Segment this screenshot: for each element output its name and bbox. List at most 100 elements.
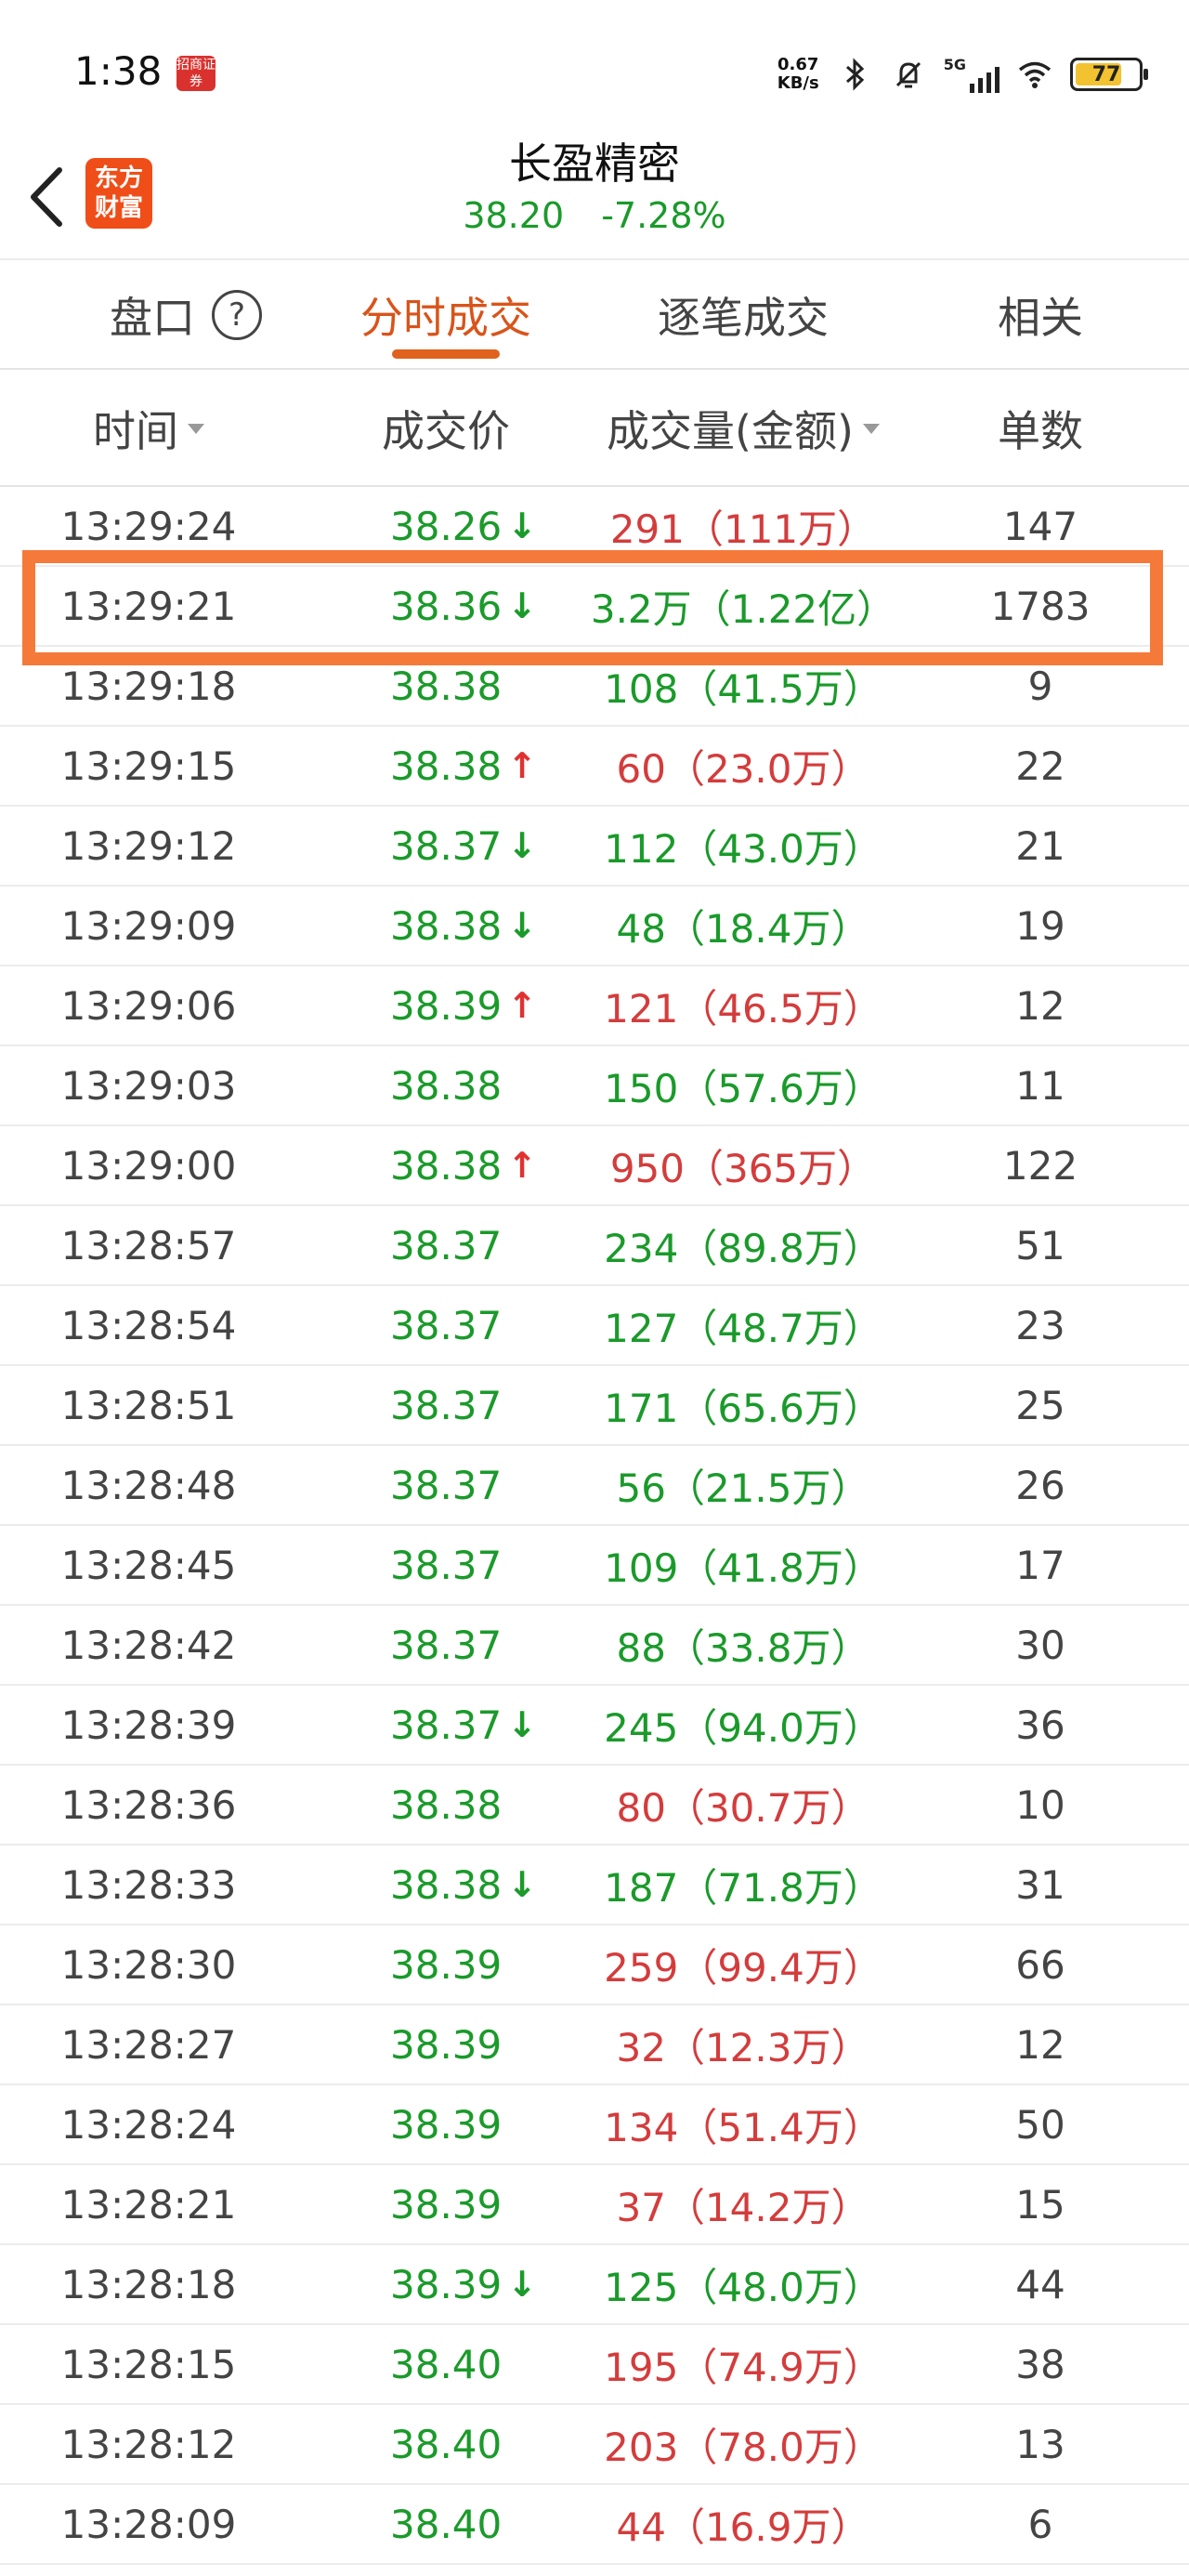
trade-time: 13:28:27 [60,2021,237,2068]
arrow-down-icon: ↓ [507,1864,538,1905]
column-time-sort[interactable]: 时间 [56,372,242,485]
trade-count: 21 [1015,822,1065,869]
trade-time: 13:28:12 [60,2421,237,2467]
arrow-down-icon: ↓ [507,825,538,866]
trade-count: 38 [1015,2341,1065,2387]
trade-price: 38.39 ↑ [390,982,538,1029]
column-count: 单数 [998,406,1083,456]
trade-price: 38.40 [390,2421,503,2467]
table-row: 13:28:33 38.38 ↓ 187（71.8万） 31 [0,1846,1189,1925]
trade-price: 38.37 ↓ [390,822,538,869]
trade-time: 13:28:36 [60,1781,237,1828]
trade-price: 38.37 [390,1302,503,1348]
trade-volume: 109（41.8万） [604,1544,882,1591]
trade-price: 38.38 ↓ [390,1861,538,1908]
arrow-up-icon: ↑ [507,745,538,786]
trade-count: 13 [1015,2421,1065,2467]
tab-order-book[interactable]: 盘口 ? [74,260,297,370]
trade-volume: 44（16.9万） [616,2504,870,2550]
trade-price: 38.37 [390,1222,503,1268]
trade-time: 13:28:24 [60,2101,237,2148]
trade-volume: 187（71.8万） [604,1864,882,1911]
trade-time: 13:28:30 [60,1941,237,1988]
trade-count: 50 [1015,2101,1065,2148]
sort-caret-icon [188,423,204,434]
arrow-down-icon: ↓ [507,905,538,946]
table-row: 13:28:30 38.39 259（99.4万） 66 [0,1925,1189,2005]
trade-price: 38.39 ↓ [390,2261,538,2307]
trade-time: 13:29:21 [60,583,237,629]
table-row: 13:28:54 38.37 127（48.7万） 23 [0,1286,1189,1366]
table-row: 13:29:06 38.39 ↑ 121（46.5万） 12 [0,966,1189,1046]
table-row: 13:28:12 38.40 203（78.0万） 13 [0,2405,1189,2485]
trade-price: 38.37 [390,1382,503,1428]
trade-volume: 134（51.4万） [604,2104,882,2150]
tab-related[interactable]: 相关 [947,260,1133,370]
table-header: 时间 成交价 成交量(金额) 单数 [0,372,1189,487]
trade-time: 13:28:21 [60,2181,237,2228]
trade-time: 13:28:51 [60,1382,237,1428]
trade-time: 13:29:15 [60,743,237,789]
table-row: 13:28:21 38.39 37（14.2万） 15 [0,2165,1189,2245]
tab-time-sales[interactable]: 分时成交 [334,260,557,370]
sort-caret-icon [862,423,880,434]
trade-count: 147 [1002,503,1078,549]
trade-time: 13:28:09 [60,2501,237,2547]
table-row: 13:29:18 38.38 108（41.5万） 9 [0,647,1189,727]
trade-volume: 234（89.8万） [604,1225,882,1271]
trade-volume: 80（30.7万） [616,1784,870,1831]
table-row: 13:28:51 38.37 171（65.6万） 25 [0,1366,1189,1446]
trade-count: 22 [1015,743,1065,789]
table-row: 13:28:39 38.37 ↓ 245（94.0万） 36 [0,1686,1189,1766]
table-row: 13:29:15 38.38 ↑ 60（23.0万） 22 [0,727,1189,807]
trade-volume: 60（23.0万） [616,745,870,792]
trade-time: 13:29:00 [60,1142,237,1189]
trade-time: 13:28:48 [60,1462,237,1508]
trade-price: 38.38 ↑ [390,743,538,789]
table-row: 13:28:36 38.38 80（30.7万） 10 [0,1766,1189,1846]
stock-header: 东方 财富 长盈精密 38.20 -7.28% [0,121,1189,258]
trade-count: 17 [1015,1542,1065,1588]
help-icon[interactable]: ? [212,290,262,340]
trade-volume: 48（18.4万） [616,905,870,952]
trade-volume: 32（12.3万） [616,2024,870,2070]
trade-count: 12 [1015,2021,1065,2068]
stock-quote: 38.20 -7.28% [0,195,1189,236]
status-icons: 0.67 KB/s 5G 77 [777,48,1148,100]
table-row: 13:28:24 38.39 134（51.4万） 50 [0,2085,1189,2165]
trade-volume: 171（65.6万） [604,1385,882,1431]
arrow-down-icon: ↓ [507,1704,538,1745]
table-row: 13:28:57 38.37 234（89.8万） 51 [0,1206,1189,1286]
wifi-icon [1018,61,1052,88]
column-volume-sort[interactable]: 成交量(金额) [576,372,910,485]
trade-time: 13:28:54 [60,1302,237,1348]
trade-price: 38.40 [390,2501,503,2547]
table-row: 13:29:24 38.26 ↓ 291（111万） 147 [0,487,1189,567]
trade-volume: 37（14.2万） [616,2184,870,2230]
trade-volume: 150（57.6万） [604,1065,882,1111]
tab-tick-trades[interactable]: 逐笔成交 [632,260,855,370]
trade-price: 38.39 [390,1941,503,1988]
table-row: 13:28:48 38.37 56（21.5万） 26 [0,1446,1189,1526]
trade-price: 38.38 [390,1781,503,1828]
trade-price: 38.26 ↓ [390,503,538,549]
trade-volume: 127（48.7万） [604,1305,882,1351]
trade-time: 13:29:18 [60,663,237,709]
trade-time: 13:29:12 [60,822,237,869]
trade-volume: 203（78.0万） [604,2424,882,2470]
stock-name: 长盈精密 [509,138,680,189]
trade-volume: 121（46.5万） [604,985,882,1032]
trade-volume: 3.2万（1.22亿） [590,585,896,632]
trade-count: 15 [1015,2181,1065,2228]
table-row: 13:28:15 38.40 195（74.9万） 38 [0,2325,1189,2405]
trade-volume: 950（365万） [609,1145,877,1191]
table-row: 13:29:09 38.38 ↓ 48（18.4万） 19 [0,887,1189,966]
trade-count: 9 [1027,663,1053,709]
trade-volume: 291（111万） [609,506,877,552]
table-row: 13:28:09 38.40 44（16.9万） 6 [0,2485,1189,2565]
trade-count: 26 [1015,1462,1065,1508]
trade-count: 66 [1015,1941,1065,1988]
trade-count: 36 [1015,1702,1065,1748]
trade-volume: 195（74.9万） [604,2344,882,2390]
trade-time: 13:28:42 [60,1622,237,1668]
